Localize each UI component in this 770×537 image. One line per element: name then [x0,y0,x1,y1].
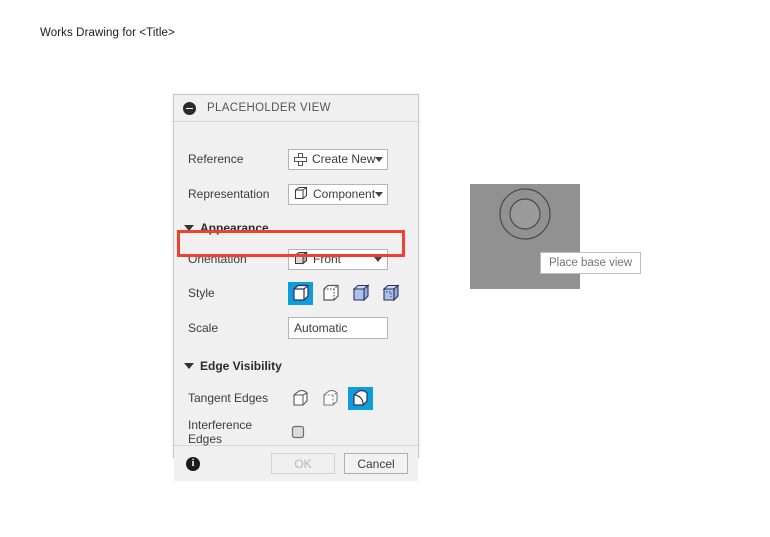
cube-icon [294,186,308,203]
reference-row: Reference Create New [174,146,418,172]
tangent-edges-shortened-icon[interactable] [318,387,343,410]
interference-edges-icon[interactable] [288,422,308,442]
tangent-edges-on-icon[interactable] [348,386,373,410]
create-new-label: Create New [312,152,376,166]
interference-edges-control [288,422,418,442]
style-options [288,281,418,305]
visible-and-hidden-edges-icon[interactable] [318,282,343,305]
reference-label: Reference [188,152,244,166]
orientation-label: Orientation [188,252,247,266]
create-new-button[interactable]: Create New [288,148,388,170]
tangent-edges-label: Tangent Edges [188,391,269,405]
reference-control: Create New [288,148,418,170]
dialog-header: PLACEHOLDER VIEW [174,95,418,122]
minus-circle-icon[interactable] [183,101,196,115]
chevron-down-icon[interactable] [375,156,384,162]
tangent-edges-row: Tangent Edges [174,385,418,411]
interference-edges-label: Interference Edges [188,418,253,446]
info-icon[interactable]: i [186,456,200,471]
appearance-section-header[interactable]: Appearance [174,217,418,239]
plus-icon [294,152,307,166]
orientation-dropdown[interactable]: Front [288,248,388,270]
visible-edges-icon[interactable] [288,281,313,305]
dialog-title: PLACEHOLDER VIEW [207,102,331,114]
place-base-view-tooltip: Place base view [540,252,642,274]
edge-visibility-section-header[interactable]: Edge Visibility [174,355,418,377]
ok-button[interactable]: OK [271,453,335,474]
representation-label: Representation [188,187,270,201]
triangle-down-icon [184,225,194,231]
shaded-with-hidden-edges-icon[interactable] [378,282,403,305]
chevron-down-icon[interactable] [374,256,382,262]
scale-control: Automatic [288,317,418,339]
representation-dropdown[interactable]: Component [288,183,388,205]
tangent-edges-options [288,386,418,410]
dialog-body: Reference Create New Representation Comp… [174,146,418,446]
appearance-label: Appearance [200,221,269,235]
dialog-footer: i OK Cancel [174,446,418,481]
orientation-control: Front [288,248,418,270]
placeholder-view-dialog: PLACEHOLDER VIEW Reference Create New Re… [173,94,419,481]
shaded-icon[interactable] [348,282,373,305]
edge-visibility-label: Edge Visibility [200,359,282,373]
page-title: Works Drawing for <Title> [40,27,175,39]
orientation-row: Orientation Front [174,246,418,272]
representation-row: Representation Component [174,181,418,207]
scale-row: Scale Automatic [174,315,418,341]
style-label: Style [188,286,215,300]
triangle-down-icon [184,363,194,369]
scale-input[interactable]: Automatic [288,317,388,339]
tangent-edges-off-icon[interactable] [288,387,313,410]
style-row: Style [174,280,418,306]
orientation-value: Front [313,252,342,266]
chevron-down-icon[interactable] [375,191,384,197]
cancel-button[interactable]: Cancel [344,453,408,474]
representation-value: Component [313,187,376,201]
representation-control: Component [288,183,418,205]
cube-icon [293,251,309,268]
interference-edges-row: Interference Edges [174,418,418,446]
scale-label: Scale [188,321,219,335]
